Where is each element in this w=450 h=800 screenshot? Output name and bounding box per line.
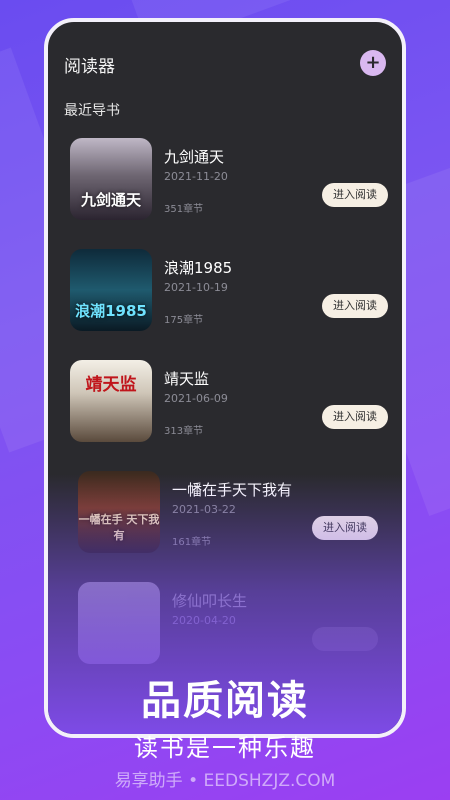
book-chapters: 313章节 — [164, 426, 204, 437]
add-button[interactable]: + — [360, 50, 386, 76]
list-item[interactable]: 浪潮1985 浪潮1985 2021-10-19 175章节 进入阅读 — [70, 249, 388, 333]
phone-screen: 阅读器 + 最近导书 九剑通天 九剑通天 2021-11-20 351章节 进入… — [44, 18, 406, 738]
list-item[interactable]: 一幡在手 天下我有 一幡在手天下我有 2021-03-22 161章节 进入阅读 — [78, 471, 378, 555]
app-title: 阅读器 — [64, 57, 115, 77]
book-date: 2021-03-22 — [172, 503, 236, 516]
book-title: 靖天监 — [164, 370, 210, 388]
book-title: 九剑通天 — [164, 148, 225, 166]
cover-title: 浪潮1985 — [75, 302, 147, 320]
cover-title: 靖天监 — [85, 375, 137, 395]
book-title: 修仙叩长生 — [172, 592, 248, 610]
list-item[interactable]: 九剑通天 九剑通天 2021-11-20 351章节 进入阅读 — [70, 138, 388, 222]
book-cover: 靖天监 — [70, 360, 152, 442]
enter-reading-button[interactable]: 进入阅读 — [312, 516, 378, 540]
book-date: 2020-04-20 — [172, 614, 236, 627]
promo-subtitle: 读书是一种乐趣 — [134, 734, 316, 762]
cover-title: 九剑通天 — [80, 191, 141, 209]
enter-reading-button[interactable] — [312, 627, 378, 651]
plus-icon: + — [365, 52, 381, 73]
list-item[interactable]: 靖天监 靖天监 2021-06-09 313章节 进入阅读 — [70, 360, 388, 444]
cover-title: 一幡在手 天下我有 — [78, 513, 160, 542]
book-title: 一幡在手天下我有 — [172, 481, 293, 499]
list-item[interactable]: 修仙叩长生 2020-04-20 — [78, 582, 378, 666]
section-title: 最近导书 — [64, 103, 120, 119]
book-chapters: 161章节 — [172, 537, 212, 548]
book-cover — [78, 582, 160, 664]
book-date: 2021-10-19 — [164, 281, 228, 294]
watermark: 易享助手 • EEDSHZJZ.COM — [114, 771, 336, 791]
book-date: 2021-11-20 — [164, 170, 228, 183]
enter-reading-button[interactable]: 进入阅读 — [322, 405, 388, 429]
enter-reading-button[interactable]: 进入阅读 — [322, 294, 388, 318]
book-chapters: 351章节 — [164, 204, 204, 215]
book-cover: 九剑通天 — [70, 138, 152, 220]
book-title: 浪潮1985 — [164, 259, 233, 277]
book-chapters: 175章节 — [164, 315, 204, 326]
book-date: 2021-06-09 — [164, 392, 228, 405]
enter-reading-button[interactable]: 进入阅读 — [322, 183, 388, 207]
promo-headline: 品质阅读 — [141, 678, 309, 724]
book-cover: 浪潮1985 — [70, 249, 152, 331]
book-cover: 一幡在手 天下我有 — [78, 471, 160, 553]
